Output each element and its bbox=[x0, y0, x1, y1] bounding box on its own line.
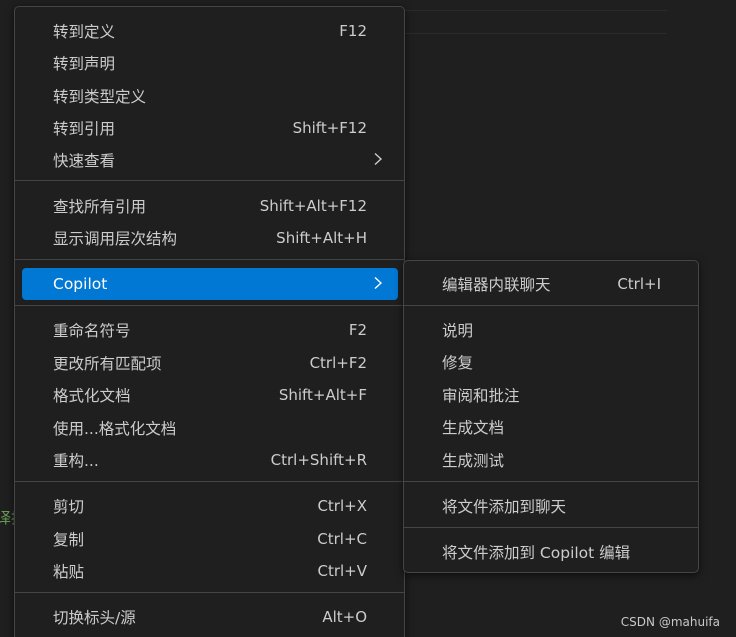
menu-item-label: 重构... bbox=[53, 452, 99, 470]
menu-item-change-all-occurrences[interactable]: 更改所有匹配项 Ctrl+F2 bbox=[22, 347, 398, 379]
editor-divider bbox=[405, 10, 667, 11]
menu-separator bbox=[15, 259, 404, 260]
menu-item-shortcut: Ctrl+I bbox=[617, 275, 661, 293]
menu-item-label: 说明 bbox=[442, 322, 474, 340]
menu-item-shortcut: Alt+O bbox=[322, 608, 367, 626]
menu-item-shortcut: Shift+Alt+H bbox=[276, 229, 367, 247]
chevron-right-icon bbox=[374, 152, 383, 166]
submenu-item-add-file-to-copilot-edits[interactable]: 将文件添加到 Copilot 编辑 bbox=[411, 536, 692, 568]
menu-item-label: 生成测试 bbox=[442, 452, 505, 470]
menu-item-label: 查找所有引用 bbox=[53, 198, 147, 216]
menu-item-paste[interactable]: 粘贴 Ctrl+V bbox=[22, 555, 398, 587]
menu-separator bbox=[404, 481, 698, 482]
menu-item-peek[interactable]: 快速查看 bbox=[22, 144, 398, 176]
menu-item-label: Copilot bbox=[53, 275, 108, 293]
menu-item-label: 格式化文档 bbox=[53, 387, 131, 405]
menu-item-rename-symbol[interactable]: 重命名符号 F2 bbox=[22, 314, 398, 346]
menu-item-label: 更改所有匹配项 bbox=[53, 355, 162, 373]
menu-item-shortcut: Ctrl+C bbox=[317, 530, 367, 548]
menu-item-shortcut: Shift+F12 bbox=[292, 119, 367, 137]
submenu-item-inline-chat[interactable]: 编辑器内联聊天 Ctrl+I bbox=[411, 268, 692, 300]
menu-item-shortcut: F2 bbox=[348, 321, 367, 339]
menu-item-label: 转到引用 bbox=[53, 120, 116, 138]
menu-item-shortcut: Ctrl+Shift+R bbox=[270, 451, 367, 469]
menu-item-label: 编辑器内联聊天 bbox=[442, 276, 551, 294]
menu-item-copilot[interactable]: Copilot bbox=[22, 268, 398, 300]
menu-item-label: 复制 bbox=[53, 531, 85, 549]
menu-item-label: 转到定义 bbox=[53, 23, 116, 41]
menu-item-label: 粘贴 bbox=[53, 563, 85, 581]
editor-divider bbox=[405, 33, 667, 34]
menu-item-label: 将文件添加到 Copilot 编辑 bbox=[442, 544, 631, 562]
menu-item-switch-header-source[interactable]: 切换标头/源 Alt+O bbox=[22, 601, 398, 633]
menu-separator bbox=[15, 481, 404, 482]
submenu-item-generate-tests[interactable]: 生成测试 bbox=[411, 444, 692, 476]
submenu-item-fix[interactable]: 修复 bbox=[411, 346, 692, 378]
menu-item-label: 快速查看 bbox=[53, 152, 116, 170]
menu-item-label: 使用...格式化文档 bbox=[53, 420, 177, 438]
menu-item-label: 切换标头/源 bbox=[53, 609, 136, 627]
chevron-right-icon bbox=[374, 276, 383, 290]
menu-item-go-to-type-definition[interactable]: 转到类型定义 bbox=[22, 80, 398, 112]
menu-separator bbox=[404, 305, 698, 306]
menu-item-shortcut: Ctrl+X bbox=[317, 497, 367, 515]
menu-separator bbox=[15, 305, 404, 306]
menu-item-label: 生成文档 bbox=[442, 419, 505, 437]
menu-item-shortcut: F12 bbox=[339, 22, 367, 40]
menu-item-go-to-declaration[interactable]: 转到声明 bbox=[22, 47, 398, 79]
menu-item-label: 将文件添加到聊天 bbox=[442, 498, 567, 516]
menu-separator bbox=[15, 592, 404, 593]
menu-item-label: 显示调用层次结构 bbox=[53, 230, 178, 248]
menu-separator bbox=[404, 527, 698, 528]
menu-item-copy[interactable]: 复制 Ctrl+C bbox=[22, 523, 398, 555]
menu-item-label: 转到类型定义 bbox=[53, 88, 147, 106]
menu-item-label: 审阅和批注 bbox=[442, 387, 520, 405]
menu-item-shortcut: Shift+Alt+F bbox=[278, 386, 367, 404]
menu-item-format-document[interactable]: 格式化文档 Shift+Alt+F bbox=[22, 379, 398, 411]
menu-item-go-to-definition[interactable]: 转到定义 F12 bbox=[22, 15, 398, 47]
watermark: CSDN @mahuifa bbox=[620, 615, 720, 629]
submenu-item-add-file-to-chat[interactable]: 将文件添加到聊天 bbox=[411, 490, 692, 522]
menu-item-format-document-with[interactable]: 使用...格式化文档 bbox=[22, 412, 398, 444]
editor-background: 译指 转到定义 F12 转到声明 转到类型定义 转到引用 Shift+F12 快… bbox=[0, 0, 736, 637]
submenu-item-review-and-comment[interactable]: 审阅和批注 bbox=[411, 379, 692, 411]
menu-separator bbox=[15, 180, 404, 181]
menu-item-label: 重命名符号 bbox=[53, 322, 131, 340]
menu-item-refactor[interactable]: 重构... Ctrl+Shift+R bbox=[22, 444, 398, 476]
menu-item-label: 剪切 bbox=[53, 498, 85, 516]
menu-item-cut[interactable]: 剪切 Ctrl+X bbox=[22, 490, 398, 522]
menu-item-label: 修复 bbox=[442, 354, 474, 372]
copilot-submenu: 编辑器内联聊天 Ctrl+I 说明 修复 审阅和批注 生成文档 生成测试 将文件… bbox=[403, 260, 699, 573]
menu-item-shortcut: Ctrl+V bbox=[317, 562, 367, 580]
menu-item-shortcut: Ctrl+F2 bbox=[309, 354, 367, 372]
menu-item-show-call-hierarchy[interactable]: 显示调用层次结构 Shift+Alt+H bbox=[22, 222, 398, 254]
menu-item-find-all-references[interactable]: 查找所有引用 Shift+Alt+F12 bbox=[22, 190, 398, 222]
submenu-item-generate-docs[interactable]: 生成文档 bbox=[411, 411, 692, 443]
submenu-item-explain[interactable]: 说明 bbox=[411, 314, 692, 346]
menu-item-go-to-references[interactable]: 转到引用 Shift+F12 bbox=[22, 112, 398, 144]
menu-item-label: 转到声明 bbox=[53, 55, 116, 73]
menu-item-shortcut: Shift+Alt+F12 bbox=[259, 197, 367, 215]
context-menu: 转到定义 F12 转到声明 转到类型定义 转到引用 Shift+F12 快速查看… bbox=[14, 6, 405, 637]
